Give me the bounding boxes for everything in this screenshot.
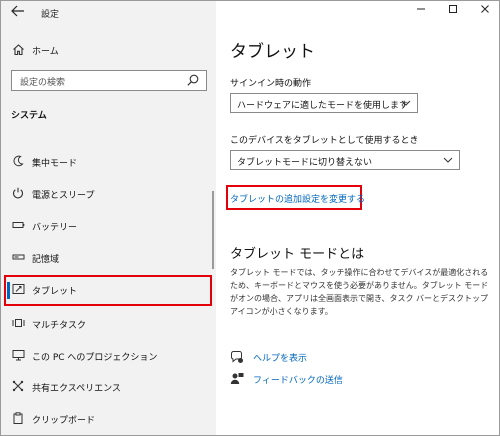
- tablet-use-dropdown[interactable]: タブレットモードに切り替えない: [230, 150, 460, 170]
- main-pane: タブレット サインイン時の動作 ハードウェアに適したモードを使用します このデバ…: [216, 1, 499, 435]
- highlight-box-tablet: [4, 275, 212, 306]
- signin-dropdown-value: ハードウェアに適したモードを使用します: [237, 101, 409, 111]
- about-title: タブレット モードとは: [230, 247, 365, 262]
- sidebar-item-storage[interactable]: 記憶域: [1, 246, 216, 270]
- sidebar: 設定 ホーム 設定の検索 システム 集中モード 電源とスリープ バッテリー 記憶…: [1, 1, 216, 435]
- sidebar-item-home[interactable]: ホーム: [1, 39, 216, 61]
- title-bar: 設定: [1, 1, 216, 27]
- window-title: 設定: [41, 10, 60, 20]
- chevron-down-icon: [401, 100, 411, 106]
- sidebar-item-label: 記憶域: [32, 255, 60, 265]
- tablet-use-dropdown-value: タブレットモードに切り替えない: [237, 158, 373, 168]
- sidebar-item-projection[interactable]: この PC へのプロジェクション: [1, 344, 216, 368]
- sidebar-item-label: バッテリー: [32, 223, 78, 233]
- settings-window: 設定 ホーム 設定の検索 システム 集中モード 電源とスリープ バッテリー 記憶…: [0, 0, 500, 436]
- page-title: タブレット: [230, 42, 315, 62]
- search-icon: [187, 74, 199, 86]
- sidebar-item-clipboard[interactable]: クリップボード: [1, 407, 216, 431]
- minimize-button[interactable]: [411, 4, 431, 20]
- sidebar-item-label: この PC へのプロジェクション: [32, 353, 158, 363]
- signin-label: サインイン時の動作: [230, 79, 312, 89]
- multitask-icon: [11, 317, 25, 331]
- power-icon: [11, 187, 25, 201]
- storage-icon: [11, 251, 25, 265]
- maximize-button[interactable]: [443, 4, 463, 20]
- search-input[interactable]: 設定の検索: [11, 70, 207, 91]
- additional-settings-link[interactable]: タブレットの追加設定を変更する: [230, 192, 365, 205]
- home-icon: [11, 43, 25, 57]
- sidebar-item-focus-assist[interactable]: 集中モード: [1, 150, 216, 174]
- search-placeholder: 設定の検索: [20, 78, 66, 88]
- back-button[interactable]: [9, 5, 27, 21]
- sidebar-item-label: マルチタスク: [32, 321, 87, 331]
- sidebar-item-battery[interactable]: バッテリー: [1, 214, 216, 238]
- back-arrow-icon: [11, 5, 24, 17]
- sidebar-item-label: 集中モード: [32, 159, 78, 169]
- close-icon: [481, 5, 489, 13]
- sidebar-item-label: ホーム: [32, 47, 59, 57]
- share-icon: [11, 380, 25, 394]
- window-controls: [391, 1, 499, 25]
- feedback-person-icon: [230, 373, 244, 384]
- sidebar-item-power[interactable]: 電源とスリープ: [1, 182, 216, 206]
- help-chat-icon: [231, 351, 243, 363]
- sidebar-item-label: 共有エクスペリエンス: [32, 384, 121, 394]
- sidebar-item-label: クリップボード: [32, 416, 96, 426]
- feedback-link[interactable]: フィードバックの送信: [253, 373, 343, 386]
- minimize-icon: [417, 8, 425, 10]
- chevron-down-icon: [443, 157, 453, 163]
- section-label: システム: [11, 111, 47, 121]
- sidebar-item-multitasking[interactable]: マルチタスク: [1, 312, 216, 336]
- projection-icon: [11, 349, 25, 363]
- moon-icon: [11, 155, 25, 169]
- help-link[interactable]: ヘルプを表示: [253, 351, 307, 364]
- signin-dropdown[interactable]: ハードウェアに適したモードを使用します: [230, 93, 418, 113]
- close-button[interactable]: [475, 4, 495, 20]
- maximize-icon: [449, 5, 457, 13]
- tablet-use-label: このデバイスをタブレットとして使用するとき: [230, 136, 419, 146]
- sidebar-item-label: 電源とスリープ: [32, 191, 95, 201]
- about-description: タブレット モードでは、タッチ操作に合わせてデバイスが最適化されるため、キーボー…: [230, 268, 489, 316]
- battery-icon: [11, 219, 25, 233]
- clipboard-icon: [11, 412, 25, 426]
- sidebar-scrollbar[interactable]: [212, 191, 214, 269]
- sidebar-item-shared-experiences[interactable]: 共有エクスペリエンス: [1, 375, 216, 399]
